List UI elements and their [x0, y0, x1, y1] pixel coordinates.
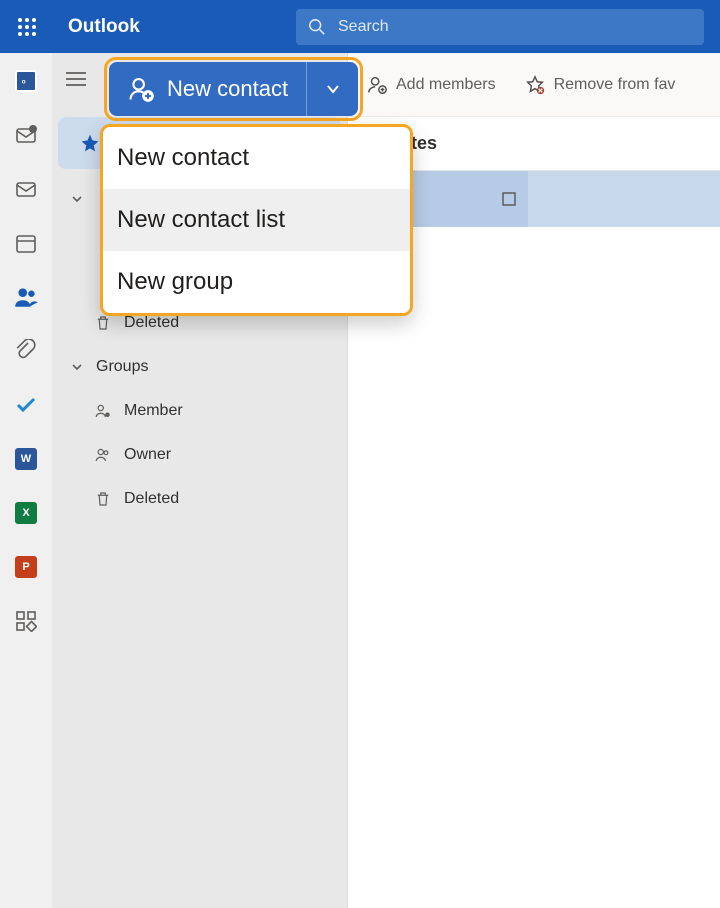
svg-text:o: o	[22, 78, 26, 85]
rail-mail[interactable]	[8, 171, 44, 207]
sidebar-item-label: Groups	[96, 358, 148, 376]
app-launcher-button[interactable]	[8, 8, 46, 46]
rail-people[interactable]	[8, 279, 44, 315]
search-input[interactable]	[338, 18, 692, 36]
dropdown-new-group[interactable]: New group	[103, 251, 410, 313]
mail-badge-icon	[14, 123, 38, 147]
search-box[interactable]	[296, 9, 704, 45]
outlook-icon: o	[15, 70, 37, 92]
sidebar-groups-collapse[interactable]: Groups	[52, 345, 347, 389]
trash-icon	[94, 490, 112, 508]
dropdown-item-label: New contact list	[117, 206, 285, 234]
excel-icon: X	[15, 502, 37, 524]
rail-outlook[interactable]: o	[8, 63, 44, 99]
mail-icon	[14, 177, 38, 201]
content-toolbar: Add members Remove from fav	[348, 53, 720, 117]
sidebar-deleted-groups[interactable]: Deleted	[52, 477, 347, 521]
left-rail: o W X P	[0, 53, 52, 908]
chevron-down-icon	[70, 193, 84, 205]
toolbar-label: Add members	[396, 76, 496, 94]
apps-icon	[15, 610, 37, 632]
add-members-button[interactable]: Add members	[366, 74, 496, 96]
new-contact-highlight: New contact	[104, 57, 363, 121]
checkbox-icon	[502, 192, 516, 206]
rail-todo[interactable]	[8, 387, 44, 423]
dropdown-item-label: New group	[117, 268, 233, 296]
dropdown-new-contact-list[interactable]: New contact list	[103, 189, 410, 251]
waffle-icon	[17, 17, 37, 37]
people-icon	[94, 446, 112, 464]
rail-word[interactable]: W	[8, 441, 44, 477]
search-icon	[308, 18, 326, 36]
sidebar-item-label: Member	[124, 402, 183, 420]
hamburger-icon	[66, 71, 86, 87]
sidebar-item-label: Owner	[124, 446, 171, 464]
rail-files[interactable]	[8, 333, 44, 369]
dropdown-new-contact[interactable]: New contact	[103, 127, 410, 189]
sidebar-item-label: Deleted	[124, 314, 179, 332]
dropdown-item-label: New contact	[117, 144, 249, 172]
add-members-icon	[366, 74, 388, 96]
rail-powerpoint[interactable]: P	[8, 549, 44, 585]
chevron-down-icon	[70, 361, 84, 373]
remove-favorite-icon	[524, 74, 546, 96]
remove-favorites-button[interactable]: Remove from fav	[524, 74, 676, 96]
rail-mail-unread[interactable]	[8, 117, 44, 153]
sidebar-item-label: Deleted	[124, 490, 179, 508]
toolbar-label: Remove from fav	[554, 76, 676, 94]
hamburger-button[interactable]	[66, 71, 86, 87]
new-contact-dropdown: New contact New contact list New group	[100, 124, 413, 316]
chevron-down-icon	[324, 80, 342, 98]
sidebar-owner[interactable]: Owner	[52, 433, 347, 477]
new-contact-split-button: New contact	[109, 62, 358, 116]
rail-more-apps[interactable]	[8, 603, 44, 639]
new-contact-dropdown-toggle[interactable]	[306, 62, 358, 116]
rail-calendar[interactable]	[8, 225, 44, 261]
word-icon: W	[15, 448, 37, 470]
add-contact-icon	[127, 75, 155, 103]
people-icon	[13, 284, 39, 310]
trash-icon	[94, 314, 112, 332]
attachment-icon	[14, 339, 38, 363]
calendar-icon	[14, 231, 38, 255]
header-bar: Outlook	[0, 0, 720, 53]
sidebar-member[interactable]: Member	[52, 389, 347, 433]
star-icon	[80, 133, 100, 153]
check-icon	[14, 393, 38, 417]
powerpoint-icon: P	[15, 556, 37, 578]
people-icon	[94, 402, 112, 420]
app-title: Outlook	[68, 16, 140, 38]
new-contact-button[interactable]: New contact	[109, 62, 306, 116]
rail-excel[interactable]: X	[8, 495, 44, 531]
new-contact-label: New contact	[167, 76, 288, 102]
